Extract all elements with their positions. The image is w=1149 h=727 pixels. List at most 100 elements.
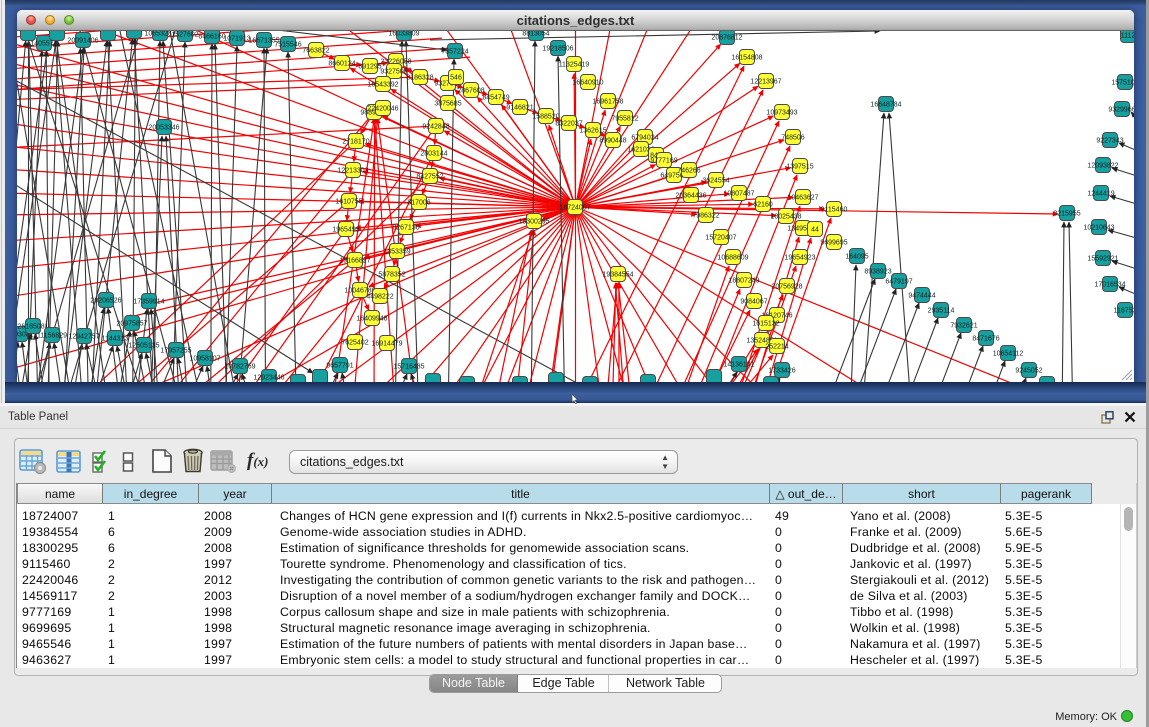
svg-text:20975857: 20975857	[116, 321, 147, 328]
svg-text:3624554: 3624554	[702, 178, 729, 185]
svg-text:252214: 252214	[765, 344, 788, 351]
svg-text:4498222: 4498222	[366, 294, 393, 301]
svg-text:9084067: 9084067	[740, 299, 767, 306]
svg-text:16409948: 16409948	[356, 316, 387, 323]
svg-text:12923446: 12923446	[253, 375, 284, 382]
svg-text:2718170: 2718170	[342, 139, 369, 146]
svg-text:746266: 746266	[677, 168, 700, 175]
svg-text:16961758: 16961758	[592, 99, 623, 106]
svg-text:7932621: 7932621	[950, 323, 977, 330]
svg-text:18807249: 18807249	[728, 278, 759, 285]
svg-text:1112: 1112	[1121, 33, 1134, 40]
svg-text:748506: 748506	[781, 135, 804, 142]
svg-text:7625402: 7625402	[341, 340, 368, 347]
svg-text:16914479: 16914479	[371, 341, 402, 348]
svg-text:8990448: 8990448	[599, 138, 626, 145]
svg-text:19654923: 19654923	[784, 255, 815, 262]
svg-text:9699695: 9699695	[820, 240, 847, 247]
svg-text:20091406: 20091406	[67, 38, 98, 45]
svg-text:1144313: 1144313	[102, 336, 129, 343]
svg-text:19166827: 19166827	[339, 258, 370, 265]
svg-text:7986322: 7986322	[692, 213, 719, 220]
svg-text:20206526: 20206526	[90, 298, 121, 305]
svg-text:16543392: 16543392	[367, 82, 398, 89]
svg-text:17359914: 17359914	[133, 299, 164, 306]
svg-text:1362615: 1362615	[579, 128, 606, 135]
svg-text:1397515: 1397515	[786, 164, 813, 171]
svg-text:14136141: 14136141	[723, 362, 754, 369]
svg-text:1527602: 1527602	[171, 32, 198, 39]
svg-text:11325419: 11325419	[559, 62, 590, 69]
svg-text:8267130: 8267130	[392, 225, 419, 232]
svg-text:12942757: 12942757	[68, 334, 99, 341]
svg-text:7955812: 7955812	[611, 116, 638, 123]
svg-text:8186328: 8186328	[406, 75, 433, 82]
svg-text:3215955: 3215955	[1053, 211, 1080, 218]
svg-text:16648784: 16648784	[870, 102, 901, 109]
svg-text:19384554: 19384554	[602, 272, 633, 279]
svg-text:12213967: 12213967	[750, 79, 781, 86]
svg-text:891295: 891295	[358, 64, 381, 71]
svg-text:116753: 116753	[1114, 308, 1134, 315]
svg-text:1965493: 1965493	[332, 227, 359, 234]
svg-text:9242848: 9242848	[422, 124, 449, 131]
svg-text:16154808: 16154808	[731, 55, 762, 62]
svg-text:17016534: 17016534	[1094, 282, 1125, 289]
svg-text:7857224: 7857224	[441, 49, 468, 56]
svg-text:12213303: 12213303	[337, 168, 368, 175]
svg-text:8322037: 8322037	[555, 121, 582, 128]
svg-text:6466160: 6466160	[198, 34, 225, 41]
svg-text:20876812: 20876812	[711, 35, 742, 42]
svg-text:9327506: 9327506	[380, 69, 407, 76]
svg-text:164095: 164095	[845, 254, 868, 261]
svg-text:6794024: 6794024	[631, 135, 658, 142]
svg-text:10210643: 10210643	[1083, 225, 1114, 232]
svg-text:1615132: 1615132	[752, 321, 779, 328]
svg-text:10807487: 10807487	[723, 191, 754, 198]
svg-text:1733426: 1733426	[768, 368, 795, 375]
svg-text:20364436: 20364436	[675, 193, 706, 200]
svg-text:3875685: 3875685	[434, 101, 461, 108]
svg-text:12505135: 12505135	[128, 343, 159, 350]
svg-text:10688609: 10688609	[717, 255, 748, 262]
svg-text:10463627: 10463627	[787, 195, 818, 202]
svg-text:5878352: 5878352	[378, 272, 405, 279]
svg-text:7515546: 7515546	[274, 42, 301, 49]
svg-text:8454749: 8454749	[482, 95, 509, 102]
svg-text:2935114: 2935114	[928, 308, 955, 315]
svg-text:12093822: 12093822	[1087, 163, 1118, 170]
svg-text:44: 44	[811, 227, 819, 234]
svg-text:9329966: 9329966	[1108, 107, 1134, 114]
svg-text:10025438: 10025438	[770, 214, 801, 221]
svg-text:19218506: 19218506	[542, 46, 573, 53]
svg-text:6479197: 6479197	[885, 279, 912, 286]
svg-text:18724007: 18724007	[559, 205, 590, 212]
svg-text:1405571: 1405571	[30, 41, 57, 48]
svg-text:17957255: 17957255	[160, 348, 191, 355]
svg-text:2867608: 2867608	[457, 88, 484, 95]
svg-text:26185081: 26185081	[17, 324, 48, 331]
svg-text:2803144: 2803144	[420, 151, 447, 158]
svg-text:10782759: 10782759	[224, 364, 255, 371]
svg-text:15592921: 15592921	[1087, 256, 1118, 263]
svg-text:7663822: 7663822	[302, 48, 329, 55]
svg-text:16033809: 16033809	[388, 31, 419, 38]
svg-text:8660124: 8660124	[328, 61, 355, 68]
svg-text:1244419: 1244419	[1087, 191, 1114, 198]
svg-text:1353359: 1353359	[383, 249, 410, 256]
svg-text:1071913: 1071913	[223, 36, 250, 43]
svg-text:10958107: 10958107	[189, 356, 220, 363]
svg-text:16640910: 16640910	[572, 80, 603, 87]
svg-text:9115460: 9115460	[821, 207, 848, 214]
svg-text:817006: 817006	[407, 200, 430, 207]
svg-text:18300295: 18300295	[518, 219, 549, 226]
svg-text:10973493: 10973493	[766, 110, 797, 117]
svg-text:9227343: 9227343	[1096, 138, 1123, 145]
svg-text:1575107: 1575107	[1111, 80, 1134, 87]
svg-text:1588520: 1588520	[532, 114, 559, 121]
svg-text:15716485: 15716485	[393, 364, 424, 371]
svg-text:9657791: 9657791	[326, 363, 353, 370]
svg-text:8938923: 8938923	[864, 269, 891, 276]
svg-text:9245052: 9245052	[1015, 368, 1042, 375]
svg-text:8813054: 8813054	[522, 31, 549, 38]
